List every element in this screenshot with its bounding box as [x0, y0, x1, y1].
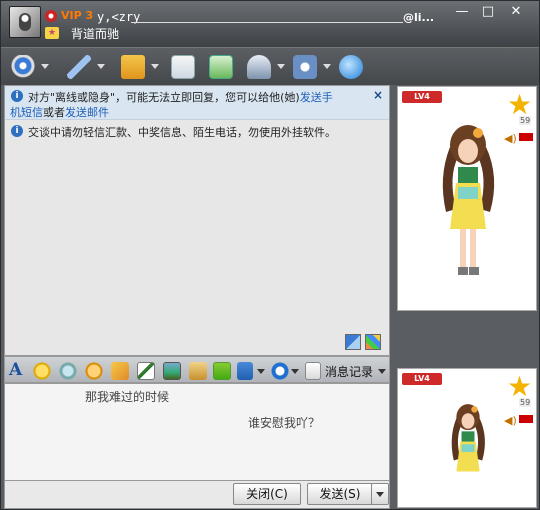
send-sms-link[interactable]: 发送手	[300, 91, 333, 104]
avatar[interactable]	[9, 6, 41, 38]
chevron-down-icon[interactable]	[257, 369, 265, 374]
chat-tools	[345, 334, 383, 350]
send-options-button[interactable]	[371, 483, 389, 505]
chevron-down-icon[interactable]	[323, 64, 331, 69]
send-email-link[interactable]: 发送邮件	[65, 106, 109, 119]
title-bar[interactable]: VIP 3 y,<zry @li... ★ 背道而驰 — □ ✕	[1, 1, 539, 47]
star-icon: ★	[507, 370, 533, 403]
info-icon: i	[11, 90, 23, 102]
microphone-icon	[67, 55, 91, 79]
star-count: 59	[519, 398, 532, 407]
level-badge: LV4	[402, 91, 442, 103]
safety-notice: 交谈中请勿轻信汇款、中奖信息、陌生电话，勿使用外挂软件。	[28, 126, 336, 139]
format-toolbar: A 消息记录	[4, 356, 390, 383]
theme-icon[interactable]	[365, 334, 381, 350]
remote-icon	[247, 55, 271, 79]
my-show-panel[interactable]: LV4 ★ 59 ◀)	[397, 368, 537, 508]
close-window-button[interactable]: ✕	[505, 5, 527, 21]
voice-message-icon[interactable]	[111, 362, 129, 380]
chevron-down-icon[interactable]	[41, 64, 49, 69]
signature: 背道而驰	[71, 27, 120, 41]
history-icon[interactable]	[305, 362, 321, 380]
nickname-underline	[131, 22, 403, 23]
status-icon	[45, 10, 57, 22]
payment-icon[interactable]	[271, 362, 289, 380]
chat-history[interactable]: i 对方"离线或隐身"，可能无法立即回复，您可以给他(她)发送手 机短信或者发送…	[4, 85, 390, 356]
chevron-down-icon[interactable]	[378, 369, 386, 374]
notice-text-or: 或者	[43, 106, 65, 119]
maximize-button[interactable]: □	[477, 5, 499, 21]
add-chat-icon	[209, 55, 233, 79]
message-input[interactable]: 那我难过的时候 谁安慰我吖？	[4, 383, 390, 481]
image-icon[interactable]	[163, 362, 181, 380]
chevron-down-icon[interactable]	[291, 369, 299, 374]
level-badge: LV4	[402, 373, 442, 385]
email-label: @li...	[403, 11, 435, 24]
globe-icon	[339, 55, 363, 79]
star-badge-icon: ★	[45, 27, 59, 39]
send-bar: 关闭(C) 发送(S)	[4, 481, 390, 509]
chevron-down-icon[interactable]	[277, 64, 285, 69]
close-button[interactable]: 关闭(C)	[233, 483, 301, 505]
avatar-figure	[442, 125, 495, 275]
magic-face-icon[interactable]	[59, 362, 77, 380]
notice-text: 对方"离线或隐身"，可能无法立即回复，您可以给他(她)	[28, 91, 300, 104]
toolbar	[1, 47, 539, 85]
message-history-button[interactable]: 消息记录	[325, 363, 373, 380]
screenshot-icon[interactable]	[345, 334, 361, 350]
handwriting-icon[interactable]	[137, 362, 155, 380]
input-line: 谁安慰我吖？	[248, 416, 321, 430]
minimize-button[interactable]: —	[451, 5, 473, 21]
apps-icon	[293, 55, 317, 79]
music-icon[interactable]	[189, 362, 207, 380]
chevron-down-icon[interactable]	[151, 64, 159, 69]
chat-window: VIP 3 y,<zry @li... ★ 背道而驰 — □ ✕ i 对方"离线…	[0, 0, 540, 510]
avatar-figure	[451, 404, 485, 472]
gift-icon[interactable]	[213, 362, 231, 380]
send-sms-link-cont[interactable]: 机短信	[10, 106, 43, 119]
vip-badge: VIP 3	[61, 9, 94, 22]
flag-icon	[519, 133, 533, 141]
info-icon: i	[11, 125, 23, 137]
envelope-icon	[171, 55, 195, 79]
send-button[interactable]: 发送(S)	[307, 483, 373, 505]
offline-notice: i 对方"离线或隐身"，可能无法立即回复，您可以给他(她)发送手 机短信或者发送…	[5, 86, 389, 120]
folder-icon	[121, 55, 145, 79]
font-button[interactable]: A	[9, 360, 27, 380]
contact-show-panel[interactable]: LV4 ★ 59 ◀)	[397, 86, 537, 311]
webcam-icon	[11, 55, 35, 79]
star-count: 59	[519, 116, 532, 125]
screen-capture-icon[interactable]	[237, 362, 253, 380]
star-icon: ★	[507, 88, 533, 121]
flag-icon	[519, 415, 533, 423]
emoji-icon[interactable]	[33, 362, 51, 380]
close-notice-icon[interactable]: ×	[373, 88, 383, 102]
chevron-down-icon[interactable]	[97, 64, 105, 69]
vibrate-icon[interactable]	[85, 362, 103, 380]
input-line: 那我难过的时候	[85, 390, 170, 404]
